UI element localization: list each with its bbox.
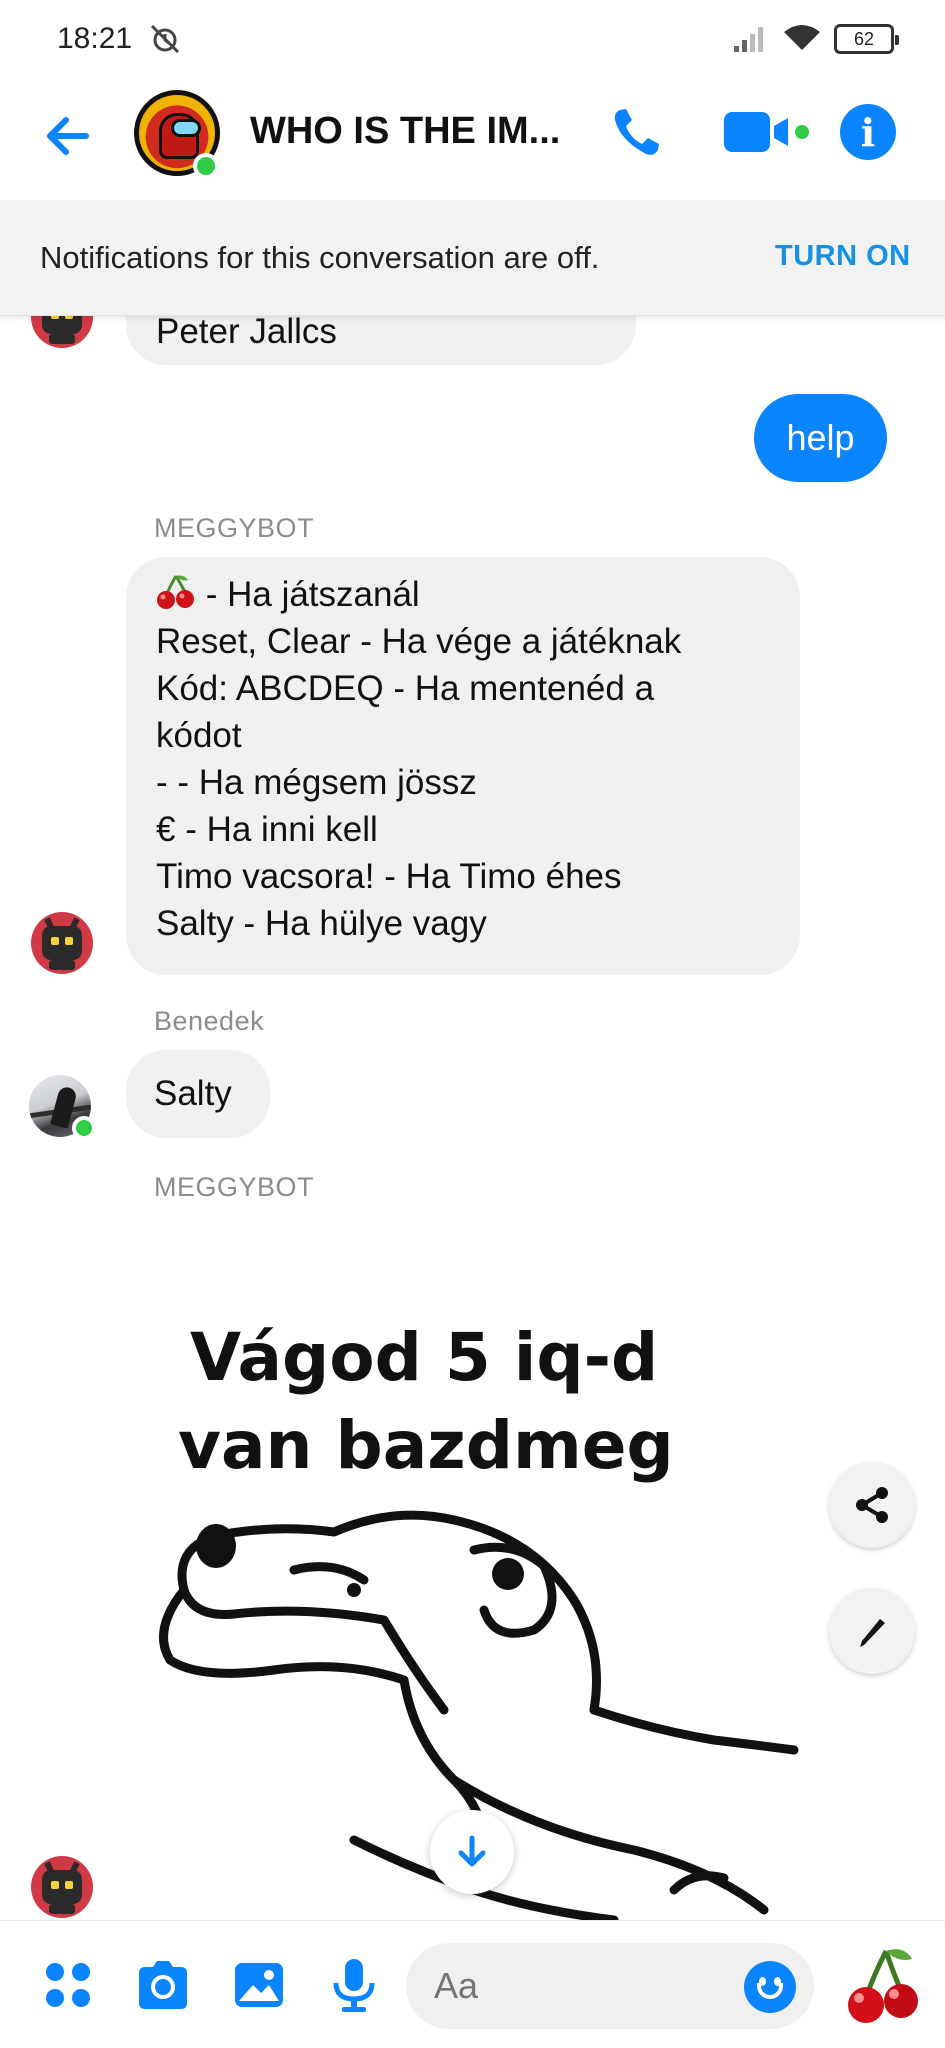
phone-icon[interactable]	[606, 102, 666, 162]
chat-title[interactable]: WHO IS THE IM...	[250, 110, 560, 153]
meme-caption: Vágod 5 iq-d van bazdmeg	[178, 1314, 738, 1490]
message-bubble[interactable]: Salty	[126, 1050, 270, 1138]
message-line: € - Ha inni kell	[156, 810, 378, 849]
wifi-icon	[784, 25, 820, 50]
signal-icon	[734, 27, 763, 52]
cherry-icon[interactable]	[846, 1945, 920, 2029]
turn-on-button[interactable]: TURN ON	[775, 240, 911, 273]
status-bar: 18:21 62	[0, 0, 945, 78]
message-line: kódot	[156, 716, 242, 755]
online-indicator	[72, 1116, 96, 1140]
info-glyph: i	[860, 109, 876, 155]
meggybot-avatar[interactable]	[31, 1856, 93, 1918]
notification-text: Notifications for this conversation are …	[40, 240, 600, 275]
meme-caption-line: van bazdmeg	[178, 1407, 674, 1484]
message-line: Reset, Clear - Ha vége a játéknak	[156, 622, 682, 661]
pencil-icon	[860, 1619, 885, 1647]
edit-button[interactable]	[829, 1588, 915, 1674]
battery-level: 62	[853, 28, 875, 49]
message-line: Kód: ABCDEQ - Ha mentenéd a	[156, 669, 655, 708]
message-line: - Ha játszanál	[156, 571, 770, 618]
meme-caption-line: Vágod 5 iq-d	[190, 1319, 659, 1396]
message-line: Timo vacsora! - Ha Timo éhes	[156, 857, 622, 896]
online-indicator	[193, 153, 219, 179]
sender-name: Benedek	[154, 1006, 265, 1036]
message-text: help	[786, 417, 855, 458]
video-camera-icon[interactable]	[722, 104, 812, 160]
sender-name: MEGGYBOT	[154, 513, 315, 543]
sender-name: MEGGYBOT	[154, 1172, 315, 1202]
image-icon[interactable]	[229, 1955, 289, 2015]
message-bubble[interactable]: - Ha játszanál Reset, Clear - Ha vége a …	[126, 557, 800, 975]
info-icon[interactable]: i	[840, 104, 896, 160]
share-icon	[856, 1487, 888, 1523]
battery-indicator: 62	[834, 24, 899, 54]
alarm-off-icon	[150, 24, 180, 54]
share-button[interactable]	[829, 1462, 915, 1548]
outgoing-message-bubble[interactable]: help	[754, 394, 887, 482]
status-time: 18:21	[57, 22, 133, 55]
crewmate-visor	[171, 119, 201, 137]
chat-header: WHO IS THE IM... i	[0, 78, 945, 200]
scroll-to-bottom-button[interactable]	[430, 1810, 514, 1894]
arrow-left-icon[interactable]	[40, 108, 96, 164]
notification-banner: Notifications for this conversation are …	[0, 200, 945, 316]
message-list[interactable]: Peter Jallcs help MEGGYBOT - Ha játszaná…	[0, 300, 945, 1920]
arrow-down-icon	[458, 1835, 486, 1867]
smiley-icon[interactable]	[744, 1961, 796, 2013]
four-dots-menu-icon[interactable]	[38, 1955, 98, 2015]
meggybot-avatar[interactable]	[31, 912, 93, 974]
message-line: Salty - Ha hülye vagy	[156, 904, 487, 943]
message-line: - - Ha mégsem jössz	[156, 763, 477, 802]
message-text: Salty	[154, 1074, 232, 1113]
message-composer	[0, 1920, 945, 2048]
message-input[interactable]	[434, 1965, 714, 2007]
message-field[interactable]	[406, 1943, 814, 2029]
camera-icon[interactable]	[133, 1955, 193, 2015]
cherry-icon	[157, 575, 194, 609]
microphone-icon[interactable]	[324, 1955, 384, 2015]
